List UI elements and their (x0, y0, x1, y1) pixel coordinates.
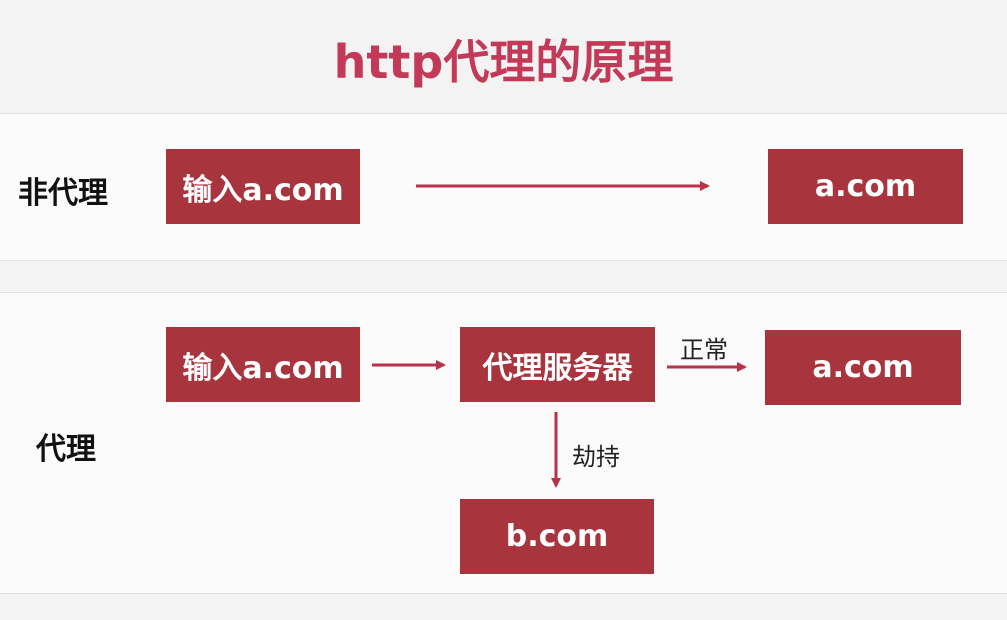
flow-arrows (372, 181, 747, 488)
